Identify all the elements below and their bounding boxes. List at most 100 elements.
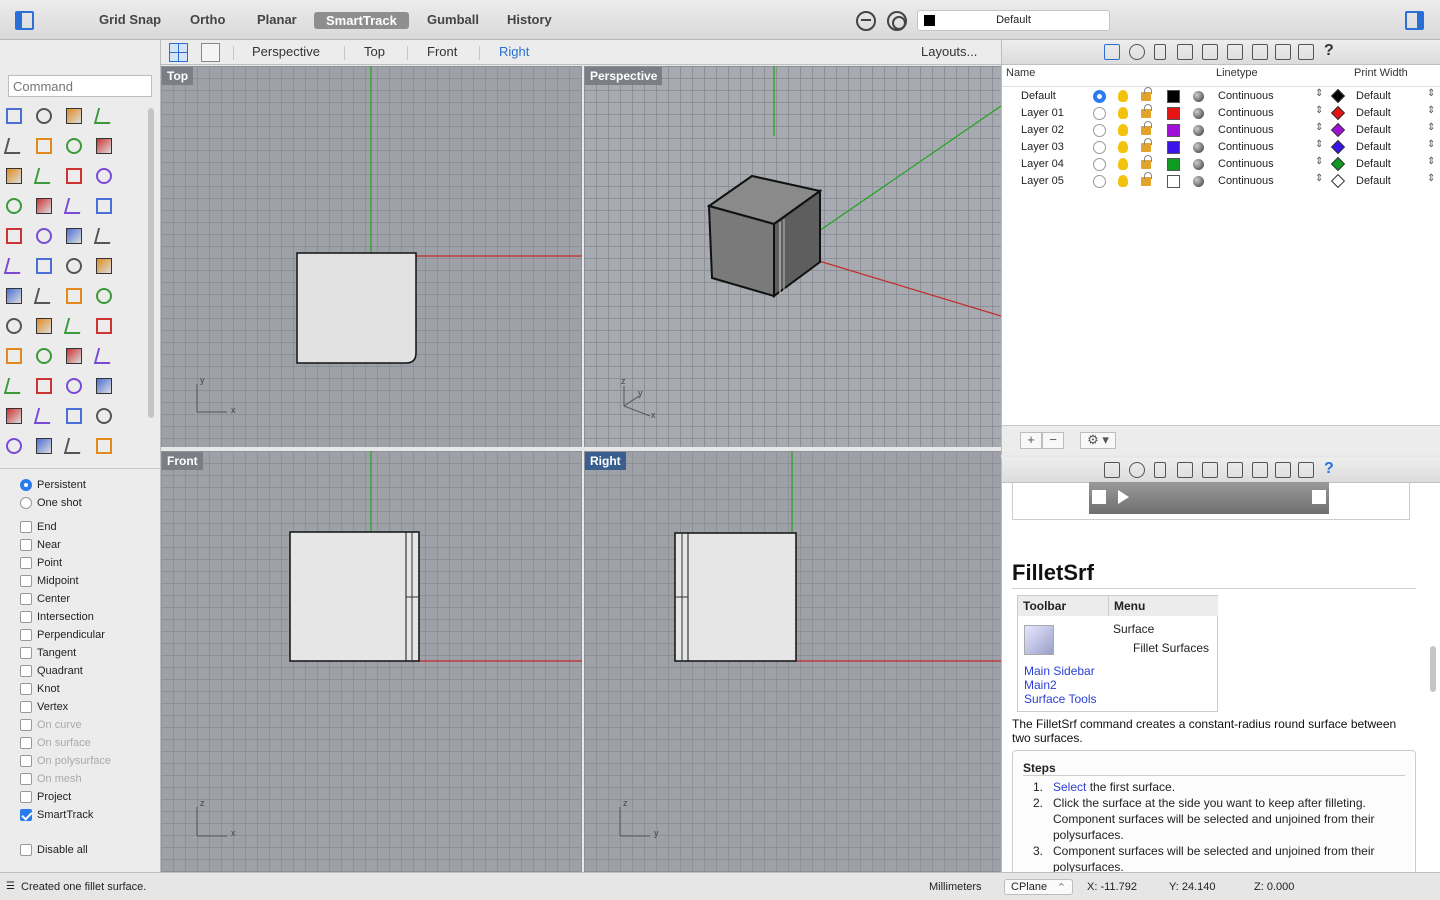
- smarttrack-toggle[interactable]: SmartTrack: [314, 12, 409, 29]
- layers-tab-icon[interactable]: [1104, 462, 1120, 478]
- array-tool-icon[interactable]: [63, 285, 85, 307]
- osnap-knot[interactable]: Knot: [20, 680, 60, 698]
- print-color-diamond-icon[interactable]: [1330, 139, 1346, 155]
- osnap-checkbox[interactable]: [20, 611, 32, 623]
- current-layer-radio[interactable]: [1093, 90, 1106, 103]
- explode-tool-icon[interactable]: [33, 225, 55, 247]
- viewport-label[interactable]: Front: [162, 452, 203, 470]
- extrude-tool-icon[interactable]: [93, 195, 115, 217]
- osnap-end[interactable]: End: [20, 518, 57, 536]
- layouts-button[interactable]: Layouts...: [921, 44, 977, 59]
- snap-filter-icon[interactable]: [856, 11, 876, 31]
- help-scrollbar[interactable]: [1430, 646, 1436, 692]
- layer-row[interactable]: Layer 01 Continuous ⇕ Default ⇕: [1002, 104, 1440, 122]
- lock-icon[interactable]: [1141, 155, 1152, 169]
- libraries-tab-icon[interactable]: [1252, 44, 1268, 60]
- print-color-diamond-icon[interactable]: [1330, 105, 1346, 121]
- add-layer-button[interactable]: +: [1020, 432, 1042, 449]
- layer-name[interactable]: Layer 02: [1021, 124, 1064, 136]
- layer-row[interactable]: Layer 05 Continuous ⇕ Default ⇕: [1002, 172, 1440, 190]
- linetype-value[interactable]: Continuous: [1218, 90, 1274, 102]
- render-tab-icon[interactable]: [1202, 44, 1218, 60]
- osnap-checkbox[interactable]: [20, 593, 32, 605]
- zoom-extents-tool-icon[interactable]: [63, 375, 85, 397]
- layer-row[interactable]: Layer 04 Continuous ⇕ Default ⇕: [1002, 155, 1440, 173]
- osnap-one-shot[interactable]: One shot: [20, 494, 82, 512]
- single-viewport-layout-icon[interactable]: [201, 43, 220, 62]
- layer-color-swatch[interactable]: [1167, 158, 1180, 171]
- layer-color-swatch[interactable]: [1167, 90, 1180, 103]
- cylinder-tool-icon[interactable]: [63, 195, 85, 217]
- material-sphere-icon[interactable]: [1193, 176, 1204, 187]
- print-width-stepper-icon[interactable]: ⇕: [1427, 105, 1435, 116]
- osnap-intersection[interactable]: Intersection: [20, 608, 94, 626]
- osnap-persistent[interactable]: Persistent: [20, 476, 86, 494]
- print-color-diamond-icon[interactable]: [1330, 156, 1346, 172]
- sphere-tool-icon[interactable]: [33, 195, 55, 217]
- persistent-radio[interactable]: [20, 479, 32, 491]
- analyze-tool-icon[interactable]: [3, 345, 25, 367]
- osnap-checkbox[interactable]: [20, 539, 32, 551]
- arc-tool-icon[interactable]: [3, 165, 25, 187]
- osnap-icon[interactable]: [887, 11, 907, 31]
- tab-front[interactable]: Front: [427, 44, 457, 59]
- render-tab-icon[interactable]: [1202, 462, 1218, 478]
- layer-name[interactable]: Layer 01: [1021, 107, 1064, 119]
- print-width-value[interactable]: Default: [1356, 124, 1391, 136]
- cplane-select[interactable]: CPlane ⌃: [1004, 879, 1073, 895]
- layer-name[interactable]: Layer 03: [1021, 141, 1064, 153]
- osnap-vertex[interactable]: Vertex: [20, 698, 68, 716]
- lock-tool-icon[interactable]: [33, 435, 55, 457]
- grid-snap-toggle[interactable]: Grid Snap: [99, 12, 161, 27]
- layer-name[interactable]: Default: [1021, 90, 1056, 102]
- link-surface-tools[interactable]: Surface Tools: [1024, 692, 1097, 706]
- linetype-stepper-icon[interactable]: ⇕: [1315, 88, 1323, 99]
- print-width-value[interactable]: Default: [1356, 141, 1391, 153]
- osnap-project[interactable]: Project: [20, 788, 71, 806]
- material-sphere-icon[interactable]: [1193, 91, 1204, 102]
- viewport-top[interactable]: Top y x: [161, 66, 582, 447]
- trim-tool-icon[interactable]: [63, 255, 85, 277]
- display-mode-icon[interactable]: [1298, 462, 1314, 478]
- layer-options-button[interactable]: ⚙ ▾: [1080, 432, 1116, 449]
- properties-tab-icon[interactable]: [1129, 44, 1145, 60]
- align-tool-icon[interactable]: [93, 315, 115, 337]
- rectangle-tool-icon[interactable]: [93, 135, 115, 157]
- print-width-stepper-icon[interactable]: ⇕: [1427, 139, 1435, 150]
- viewport-right[interactable]: Right z y: [584, 451, 1001, 872]
- osnap-checkbox[interactable]: [20, 683, 32, 695]
- one-shot-radio[interactable]: [20, 497, 32, 509]
- layers-tab-icon[interactable]: [1104, 44, 1120, 60]
- osnap-checkbox[interactable]: [20, 575, 32, 587]
- viewport-perspective[interactable]: Perspective z y x: [584, 66, 1001, 447]
- print-width-value[interactable]: Default: [1356, 158, 1391, 170]
- osnap-center[interactable]: Center: [20, 590, 70, 608]
- surface-tool-icon[interactable]: [63, 165, 85, 187]
- lock-icon[interactable]: [1141, 104, 1152, 118]
- osnap-midpoint[interactable]: Midpoint: [20, 572, 79, 590]
- linetype-stepper-icon[interactable]: ⇕: [1315, 122, 1323, 133]
- layer-row[interactable]: Layer 02 Continuous ⇕ Default ⇕: [1002, 121, 1440, 139]
- osnap-quadrant[interactable]: Quadrant: [20, 662, 83, 680]
- linetype-stepper-icon[interactable]: ⇕: [1315, 139, 1323, 150]
- print-width-value[interactable]: Default: [1356, 175, 1391, 187]
- osnap-point[interactable]: Point: [20, 554, 62, 572]
- print-width-stepper-icon[interactable]: ⇕: [1427, 122, 1435, 133]
- zoom-selected-tool-icon[interactable]: [93, 375, 115, 397]
- notes-tab-icon[interactable]: [1154, 462, 1166, 478]
- planar-toggle[interactable]: Planar: [257, 12, 297, 27]
- book-tool-icon[interactable]: [63, 435, 85, 457]
- libraries-tab-icon[interactable]: [1252, 462, 1268, 478]
- print-color-diamond-icon[interactable]: [1330, 122, 1346, 138]
- fullscreen-icon[interactable]: [1312, 490, 1326, 504]
- lock-icon[interactable]: [1141, 87, 1152, 101]
- toggle-left-sidebar-icon[interactable]: [15, 11, 34, 30]
- material-sphere-icon[interactable]: [1193, 125, 1204, 136]
- select-link[interactable]: Select: [1053, 780, 1086, 794]
- polyline-tool-icon[interactable]: [63, 105, 85, 127]
- help-tab-icon[interactable]: ?: [1324, 42, 1340, 59]
- move-tool-icon[interactable]: [63, 225, 85, 247]
- tab-top[interactable]: Top: [364, 44, 385, 59]
- layer-row[interactable]: Default Continuous ⇕ Default ⇕: [1002, 87, 1440, 105]
- split-tool-icon[interactable]: [93, 255, 115, 277]
